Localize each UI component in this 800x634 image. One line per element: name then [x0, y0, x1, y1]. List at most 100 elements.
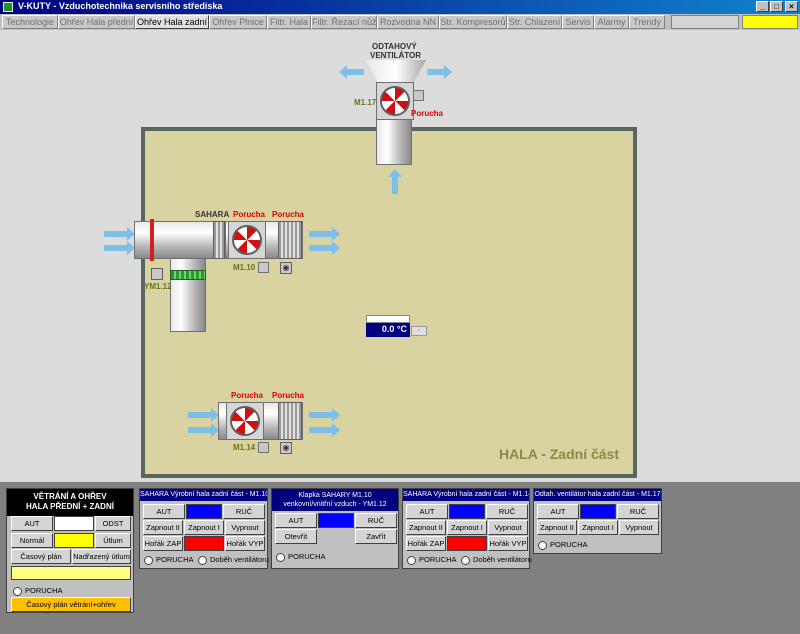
tab-filtr-hala[interactable]: Filtr. Hala [267, 15, 311, 29]
ym112-mode-indicator [318, 513, 354, 528]
m114-fault-indicator: PORUCHA [407, 554, 457, 565]
main-status-bar [11, 566, 131, 580]
main-schedule-button[interactable]: Časový plán [11, 549, 71, 564]
m114-ruc-button[interactable]: RUČ [486, 504, 528, 519]
m110-burner-on-button[interactable]: Hořák ZAP [143, 536, 183, 551]
tab-technologie[interactable]: Technologie [2, 15, 58, 29]
close-button[interactable]: × [785, 1, 798, 12]
tab-filtr-rezaci-nuz[interactable]: Filtr. Řezací nůž [311, 15, 377, 29]
m110-off-button[interactable]: Vypnout [225, 520, 265, 535]
m110-ruc-button[interactable]: RUČ [223, 504, 265, 519]
sahara-fan-status-box[interactable] [258, 262, 269, 273]
tab-ohrev-hala-zadni[interactable]: Ohřev Hala zadní [135, 15, 209, 29]
sahara-fan-tag: M1.10 [233, 263, 256, 272]
title-bar: V-KUTY - Vzduchotechnika servisního stře… [0, 0, 800, 14]
tab-servis[interactable]: Servis [562, 15, 594, 29]
main-master-attenuation-button[interactable]: Nadřazený útlum [72, 549, 131, 564]
exhaust-arrow-left-icon [339, 65, 364, 79]
ym112-close-button[interactable]: Zavřít [355, 529, 397, 544]
lower-out-arrow-1-icon [309, 408, 340, 422]
temperature-display: 0.0 °C [366, 315, 410, 337]
m114-aut-button[interactable]: AUT [406, 504, 448, 519]
main-normal-button[interactable]: Normál [11, 533, 53, 548]
sahara-out-arrow-1-icon [309, 227, 340, 241]
window-title: V-KUTY - Vzduchotechnika servisního stře… [18, 1, 223, 11]
m110-fault-indicator: PORUCHA [144, 554, 194, 565]
temperature-detail-button[interactable]: ▫ [411, 326, 427, 336]
ym112-aut-button[interactable]: AUT [275, 513, 317, 528]
m114-burner-indicator [447, 536, 487, 551]
m114-mode-indicator [449, 504, 485, 519]
lower-fan-tag: M1.14 [233, 443, 256, 452]
sahara-heater [278, 221, 302, 259]
m117-aut-button[interactable]: AUT [537, 504, 579, 519]
main-normal-indicator [54, 533, 94, 548]
lower-burner-icon[interactable]: ◉ [280, 442, 292, 454]
sahara-burner-icon[interactable]: ◉ [280, 262, 292, 274]
panel-main: VĚTRÁNÍ A OHŘEV HALA PŘEDNÍ + ZADNÍ AUT … [6, 488, 134, 613]
sahara-filter [213, 221, 225, 259]
m117-fault-indicator: PORUCHA [538, 539, 588, 550]
exhaust-hood [366, 60, 426, 82]
tab-ohrev-plnice[interactable]: Ohřev Plnice [209, 15, 267, 29]
panel-m117-title: Odtah. ventilátor hala zadní část - M1.1… [534, 489, 661, 501]
alarm-indicator [742, 15, 798, 29]
m110-burner-indicator [184, 536, 224, 551]
schedule-vent-heat-button[interactable]: Časový plán větrání+ohřev [11, 597, 131, 612]
main-aut-button[interactable]: AUT [11, 516, 53, 531]
damper-actuator-icon[interactable] [151, 268, 163, 280]
tab-alarmy[interactable]: Alarmy [594, 15, 629, 29]
lower-fan-icon[interactable] [226, 402, 264, 440]
ym112-ruc-button[interactable]: RUČ [355, 513, 397, 528]
panel-main-title-2: HALA PŘEDNÍ + ZADNÍ [26, 502, 114, 511]
exhaust-fan-fault: Porucha [411, 109, 444, 118]
process-diagram: HALA - Zadní část ODTAHOVÝ VENTILÁTOR M1… [0, 30, 800, 482]
m117-ruc-button[interactable]: RUČ [617, 504, 659, 519]
m114-burner-off-button[interactable]: Hořák VYP [488, 536, 528, 551]
minimize-button[interactable]: _ [756, 1, 769, 12]
exhaust-fan-status-box[interactable] [413, 90, 424, 101]
sahara-out-arrow-2-icon [309, 241, 340, 255]
lower-fan-fault: Porucha [231, 391, 264, 400]
tab-str-chlazeni[interactable]: Str. Chlazení [507, 15, 562, 29]
sahara-fan-icon[interactable] [228, 221, 266, 259]
m110-on2-button[interactable]: Zapnout II [143, 520, 183, 535]
tab-str-kompresoru[interactable]: Str. Kompresorů [439, 15, 507, 29]
ym112-fault-indicator: PORUCHA [276, 551, 326, 562]
panel-m110-title: SAHARA Výrobní hala zadní část - M1.10 [140, 489, 267, 501]
m110-aut-button[interactable]: AUT [143, 504, 185, 519]
m117-off-button[interactable]: Vypnout [619, 520, 659, 535]
m117-on2-button[interactable]: Zapnout II [537, 520, 577, 535]
main-odst-button[interactable]: ODST [95, 516, 131, 531]
m110-runout-indicator: Doběh ventilátoru [198, 554, 269, 565]
lower-out-arrow-2-icon [309, 423, 340, 437]
exhaust-fan-icon[interactable] [376, 82, 414, 120]
m114-off-button[interactable]: Vypnout [488, 520, 528, 535]
m114-on2-button[interactable]: Zapnout II [406, 520, 446, 535]
exhaust-fan-title-2: VENTILÁTOR [370, 51, 421, 60]
panel-m114-title: SAHARA Výrobní hala zadní část - M1.14 [403, 489, 529, 501]
m110-mode-indicator [186, 504, 222, 519]
lower-heater-fault: Porucha [272, 391, 305, 400]
panel-m114: SAHARA Výrobní hala zadní část - M1.14 A… [402, 488, 532, 569]
sahara-fan-fault: Porucha [233, 210, 266, 219]
m110-on1-button[interactable]: Zapnout I [184, 520, 224, 535]
sahara-heater-fault: Porucha [272, 210, 305, 219]
main-utlum-button[interactable]: Útlum [95, 533, 131, 548]
tab-ohrev-hala-predni[interactable]: Ohřev Hala přední [58, 15, 135, 29]
ym112-open-button[interactable]: Otevřít [275, 529, 317, 544]
status-box [671, 15, 739, 29]
tab-trendy[interactable]: Trendy [629, 15, 665, 29]
intake-damper-flange [150, 219, 154, 261]
m114-on1-button[interactable]: Zapnout I [447, 520, 487, 535]
lower-heater [278, 402, 302, 440]
m114-burner-on-button[interactable]: Hořák ZAP [406, 536, 446, 551]
m117-on1-button[interactable]: Zapnout I [578, 520, 618, 535]
damper-tag: YM1.12 [144, 282, 172, 291]
m117-mode-indicator [580, 504, 616, 519]
lower-fan-status-box[interactable] [258, 442, 269, 453]
m110-burner-off-button[interactable]: Hořák VYP [225, 536, 265, 551]
maximize-button[interactable]: □ [770, 1, 783, 12]
tab-rozvodna-nn[interactable]: Rozvodna NN [377, 15, 439, 29]
intake-arrow-2-icon [104, 241, 135, 255]
